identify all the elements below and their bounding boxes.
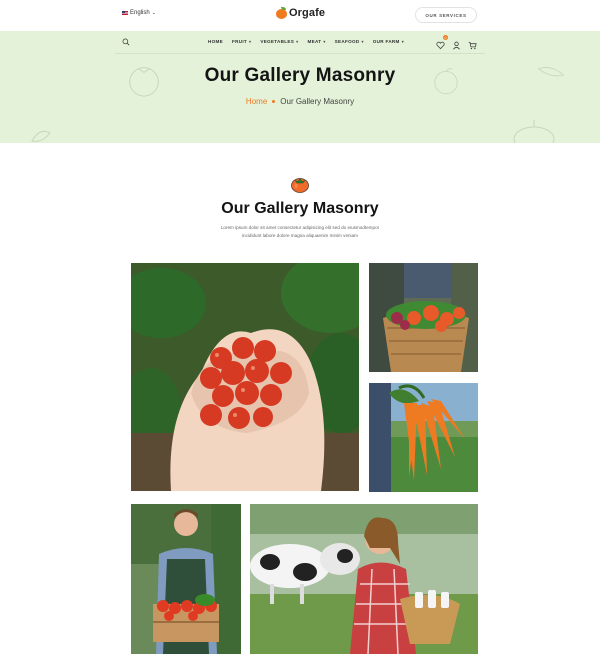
main-navigation: HOME FRUIT ▾ VEGETABLES ▾ MEAT ▾ SEAFOOD ▾ O… <box>208 39 404 44</box>
breadcrumb-separator <box>272 100 276 103</box>
gallery-image-carrots[interactable] <box>369 383 478 492</box>
chevron-down-icon: ▾ <box>249 39 252 44</box>
nav-item-label: OUR FARM <box>372 39 400 44</box>
farmer-with-tomato-crate-image <box>131 504 241 654</box>
nav-item-vegetables[interactable]: VEGETABLES ▾ <box>260 39 298 44</box>
wishlist-count-badge: 0 <box>443 35 448 40</box>
breadcrumb-home-link[interactable]: Home <box>246 97 267 106</box>
nav-item-seafood[interactable]: SEAFOOD ▾ <box>335 39 364 44</box>
chevron-down-icon: ▾ <box>401 39 404 44</box>
us-flag-icon <box>122 11 128 15</box>
wishlist-button[interactable]: 0 <box>436 35 448 50</box>
nav-item-label: VEGETABLES <box>260 39 295 44</box>
vegetable-basket-image <box>369 263 478 372</box>
gallery-image-strawberries[interactable] <box>131 263 359 491</box>
strawberries-in-hands-image <box>131 263 359 491</box>
leaf-sketch-icon <box>31 130 51 142</box>
gallery-image-farm-woman[interactable] <box>250 504 478 654</box>
tomato-icon <box>291 178 309 193</box>
heart-icon <box>436 41 445 50</box>
brand-logo[interactable]: Orgafe <box>276 7 325 19</box>
page-header-banner: HOME FRUIT ▾ VEGETABLES ▾ MEAT ▾ SEAFOOD ▾ O… <box>0 31 600 143</box>
search-icon[interactable] <box>122 38 130 46</box>
section-description-line: Lorem ipsum dolor sit amet consectetur a… <box>220 225 380 230</box>
our-services-button[interactable]: OUR SERVICES <box>415 7 477 23</box>
nav-item-label: MEAT <box>307 39 322 44</box>
chevron-down-icon: ▾ <box>296 39 299 44</box>
account-button[interactable] <box>452 37 461 50</box>
nav-item-our-farm[interactable]: OUR FARM ▾ <box>373 39 404 44</box>
section-title: Our Gallery Masonry <box>221 200 379 217</box>
section-description-line: incididunt labore dolore magna aliquaeni… <box>242 233 358 238</box>
nav-item-label: FRUIT <box>231 39 248 44</box>
section-description: Lorem ipsum dolor sit amet consectetur a… <box>200 224 400 240</box>
language-selector[interactable]: English ⌄ <box>122 10 156 16</box>
nav-item-label: HOME <box>208 39 223 44</box>
breadcrumb-current: Our Gallery Masonry <box>280 97 355 106</box>
carrots-bunch-image <box>369 383 478 492</box>
breadcrumb: Home Our Gallery Masonry <box>0 97 600 106</box>
gallery-image-vegetable-basket[interactable] <box>369 263 478 372</box>
cart-button[interactable] <box>468 37 477 50</box>
chevron-down-icon: ▾ <box>323 39 326 44</box>
chevron-down-icon: ⌄ <box>151 10 156 16</box>
chevron-down-icon: ▾ <box>361 39 364 44</box>
nav-item-fruit[interactable]: FRUIT ▾ <box>232 39 251 44</box>
cart-icon <box>468 41 477 50</box>
woman-with-milk-basket-image <box>250 504 478 654</box>
nav-item-home[interactable]: HOME <box>208 39 223 44</box>
user-icon <box>453 41 460 50</box>
orange-logo-icon <box>276 7 287 19</box>
nav-item-meat[interactable]: MEAT ▾ <box>307 39 325 44</box>
nav-divider <box>115 53 485 54</box>
language-label: English <box>130 10 150 16</box>
gallery-image-farmer-tomatoes[interactable] <box>131 504 241 654</box>
pumpkin-sketch-icon <box>513 120 555 143</box>
top-bar: English ⌄ Orgafe OUR SERVICES <box>0 0 600 31</box>
page-title: Our Gallery Masonry <box>204 65 396 86</box>
nav-item-label: SEAFOOD <box>334 39 360 44</box>
header-actions: 0 <box>436 35 477 50</box>
brand-name: Orgafe <box>289 7 326 19</box>
